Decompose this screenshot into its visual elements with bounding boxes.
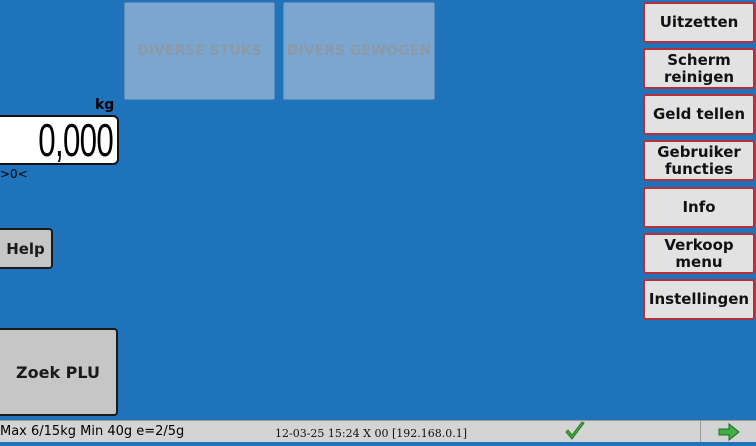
tile-label: DIVERSE STUKS [137, 43, 262, 59]
tile-diverse-stuks[interactable]: DIVERSE STUKS [124, 2, 275, 100]
check-icon [563, 421, 587, 442]
side-menu-label: Gebruiker functies [657, 142, 741, 178]
gebruiker-functies-button[interactable]: Gebruiker functies [643, 140, 755, 181]
instellingen-button[interactable]: Instellingen [643, 279, 755, 320]
side-menu-label: Info [682, 198, 716, 216]
verkoop-menu-button[interactable]: Verkoop menu [643, 233, 755, 274]
info-button[interactable]: Info [643, 187, 755, 228]
zoek-plu-button[interactable]: Zoek PLU [0, 328, 118, 416]
uitzetten-button[interactable]: Uitzetten [643, 2, 755, 43]
side-menu-label: Geld tellen [652, 105, 746, 123]
weight-value: 0,000 [38, 114, 114, 166]
weight-display: 0,000 [0, 115, 119, 165]
scale-capacity-info: Max 6/15kg Min 40g e=2/5g [0, 424, 185, 439]
help-button[interactable]: Help [0, 228, 53, 269]
weight-unit: kg [95, 97, 115, 113]
side-menu-label: Scherm reinigen [663, 50, 735, 86]
scherm-reinigen-button[interactable]: Scherm reinigen [643, 48, 755, 89]
geld-tellen-button[interactable]: Geld tellen [643, 94, 755, 135]
zoek-plu-button-label: Zoek PLU [16, 362, 100, 382]
datetime-network-info: 12-03-25 15:24 X 00 [192.168.0.1] [275, 427, 468, 440]
next-button[interactable] [700, 420, 756, 442]
tile-divers-gewogen[interactable]: DIVERS GEWOGEN [283, 2, 435, 100]
side-menu-label: Uitzetten [659, 13, 739, 31]
side-menu-label: Verkoop menu [664, 235, 734, 271]
side-menu-label: Instellingen [648, 290, 750, 308]
arrow-right-icon [718, 422, 740, 442]
help-button-label: Help [6, 239, 45, 258]
tile-label: DIVERS GEWOGEN [286, 43, 432, 59]
zero-indicator: >0< [0, 167, 28, 181]
